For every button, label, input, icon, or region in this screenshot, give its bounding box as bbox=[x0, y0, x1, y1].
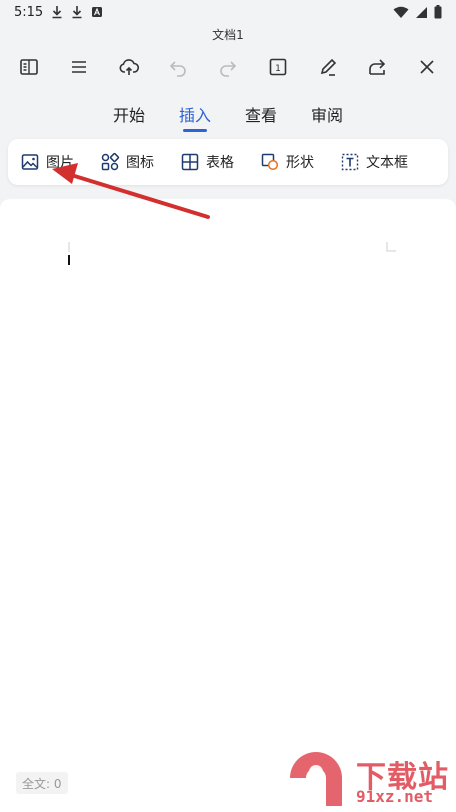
sidebar-panel-icon bbox=[20, 59, 38, 75]
tab-review[interactable]: 审阅 bbox=[307, 100, 347, 132]
redo-icon bbox=[220, 61, 237, 77]
status-time: 5:15 bbox=[14, 4, 44, 20]
menu-icon bbox=[71, 61, 86, 73]
document-page[interactable] bbox=[0, 199, 456, 812]
watermark-url: 91xz.net bbox=[356, 787, 434, 806]
insert-picture-label: 图片 bbox=[46, 155, 74, 171]
share-icon bbox=[369, 59, 386, 75]
signal-icon bbox=[416, 6, 427, 18]
icons-icon bbox=[101, 152, 120, 171]
tab-insert[interactable]: 插入 bbox=[175, 100, 215, 132]
top-toolbar: 1 bbox=[8, 52, 448, 82]
page-number: 1 bbox=[275, 64, 281, 74]
menu-button[interactable] bbox=[64, 52, 94, 82]
insert-toolbar: 图片 图标 表格 形状 文本框 bbox=[8, 139, 448, 185]
status-bar: 5:15 bbox=[0, 0, 456, 24]
textbox-icon bbox=[341, 153, 359, 171]
text-cursor bbox=[68, 255, 70, 265]
insert-table-button[interactable]: 表格 bbox=[180, 152, 234, 172]
edit-button[interactable] bbox=[313, 52, 343, 82]
cloud-save-button[interactable] bbox=[114, 52, 144, 82]
margin-corner-mark bbox=[386, 242, 396, 252]
undo-icon bbox=[170, 61, 186, 77]
share-button[interactable] bbox=[362, 52, 392, 82]
ribbon-tabs: 开始 插入 查看 审阅 bbox=[0, 100, 456, 132]
download-icon bbox=[52, 6, 62, 19]
insert-shape-label: 形状 bbox=[286, 155, 314, 171]
close-button[interactable] bbox=[412, 52, 442, 82]
insert-shape-button[interactable]: 形状 bbox=[260, 152, 314, 172]
insert-table-label: 表格 bbox=[206, 155, 234, 171]
margin-corner-mark bbox=[68, 242, 70, 252]
insert-textbox-label: 文本框 bbox=[366, 155, 408, 171]
shape-icon bbox=[261, 153, 279, 171]
wifi-icon bbox=[393, 6, 409, 18]
undo-button[interactable] bbox=[163, 52, 193, 82]
page-count-button[interactable]: 1 bbox=[263, 52, 293, 82]
app-notification-icon bbox=[92, 7, 103, 17]
tab-start[interactable]: 开始 bbox=[109, 100, 149, 132]
battery-icon bbox=[434, 5, 442, 19]
insert-icon-label: 图标 bbox=[126, 155, 154, 171]
image-icon bbox=[21, 154, 39, 170]
sidebar-panel-button[interactable] bbox=[14, 52, 44, 82]
download-icon bbox=[72, 6, 82, 19]
pen-edit-icon bbox=[320, 58, 336, 76]
table-icon bbox=[181, 153, 199, 171]
tab-view[interactable]: 查看 bbox=[241, 100, 281, 132]
document-title: 文档1 bbox=[212, 28, 244, 42]
word-count: 全文: 0 bbox=[16, 772, 68, 794]
close-icon bbox=[420, 60, 434, 74]
redo-button[interactable] bbox=[213, 52, 243, 82]
insert-textbox-button[interactable]: 文本框 bbox=[340, 152, 408, 172]
insert-icon-button[interactable]: 图标 bbox=[100, 152, 154, 172]
cloud-upload-icon bbox=[119, 59, 139, 75]
insert-picture-button[interactable]: 图片 bbox=[20, 152, 74, 172]
page-count-icon: 1 bbox=[269, 58, 287, 76]
